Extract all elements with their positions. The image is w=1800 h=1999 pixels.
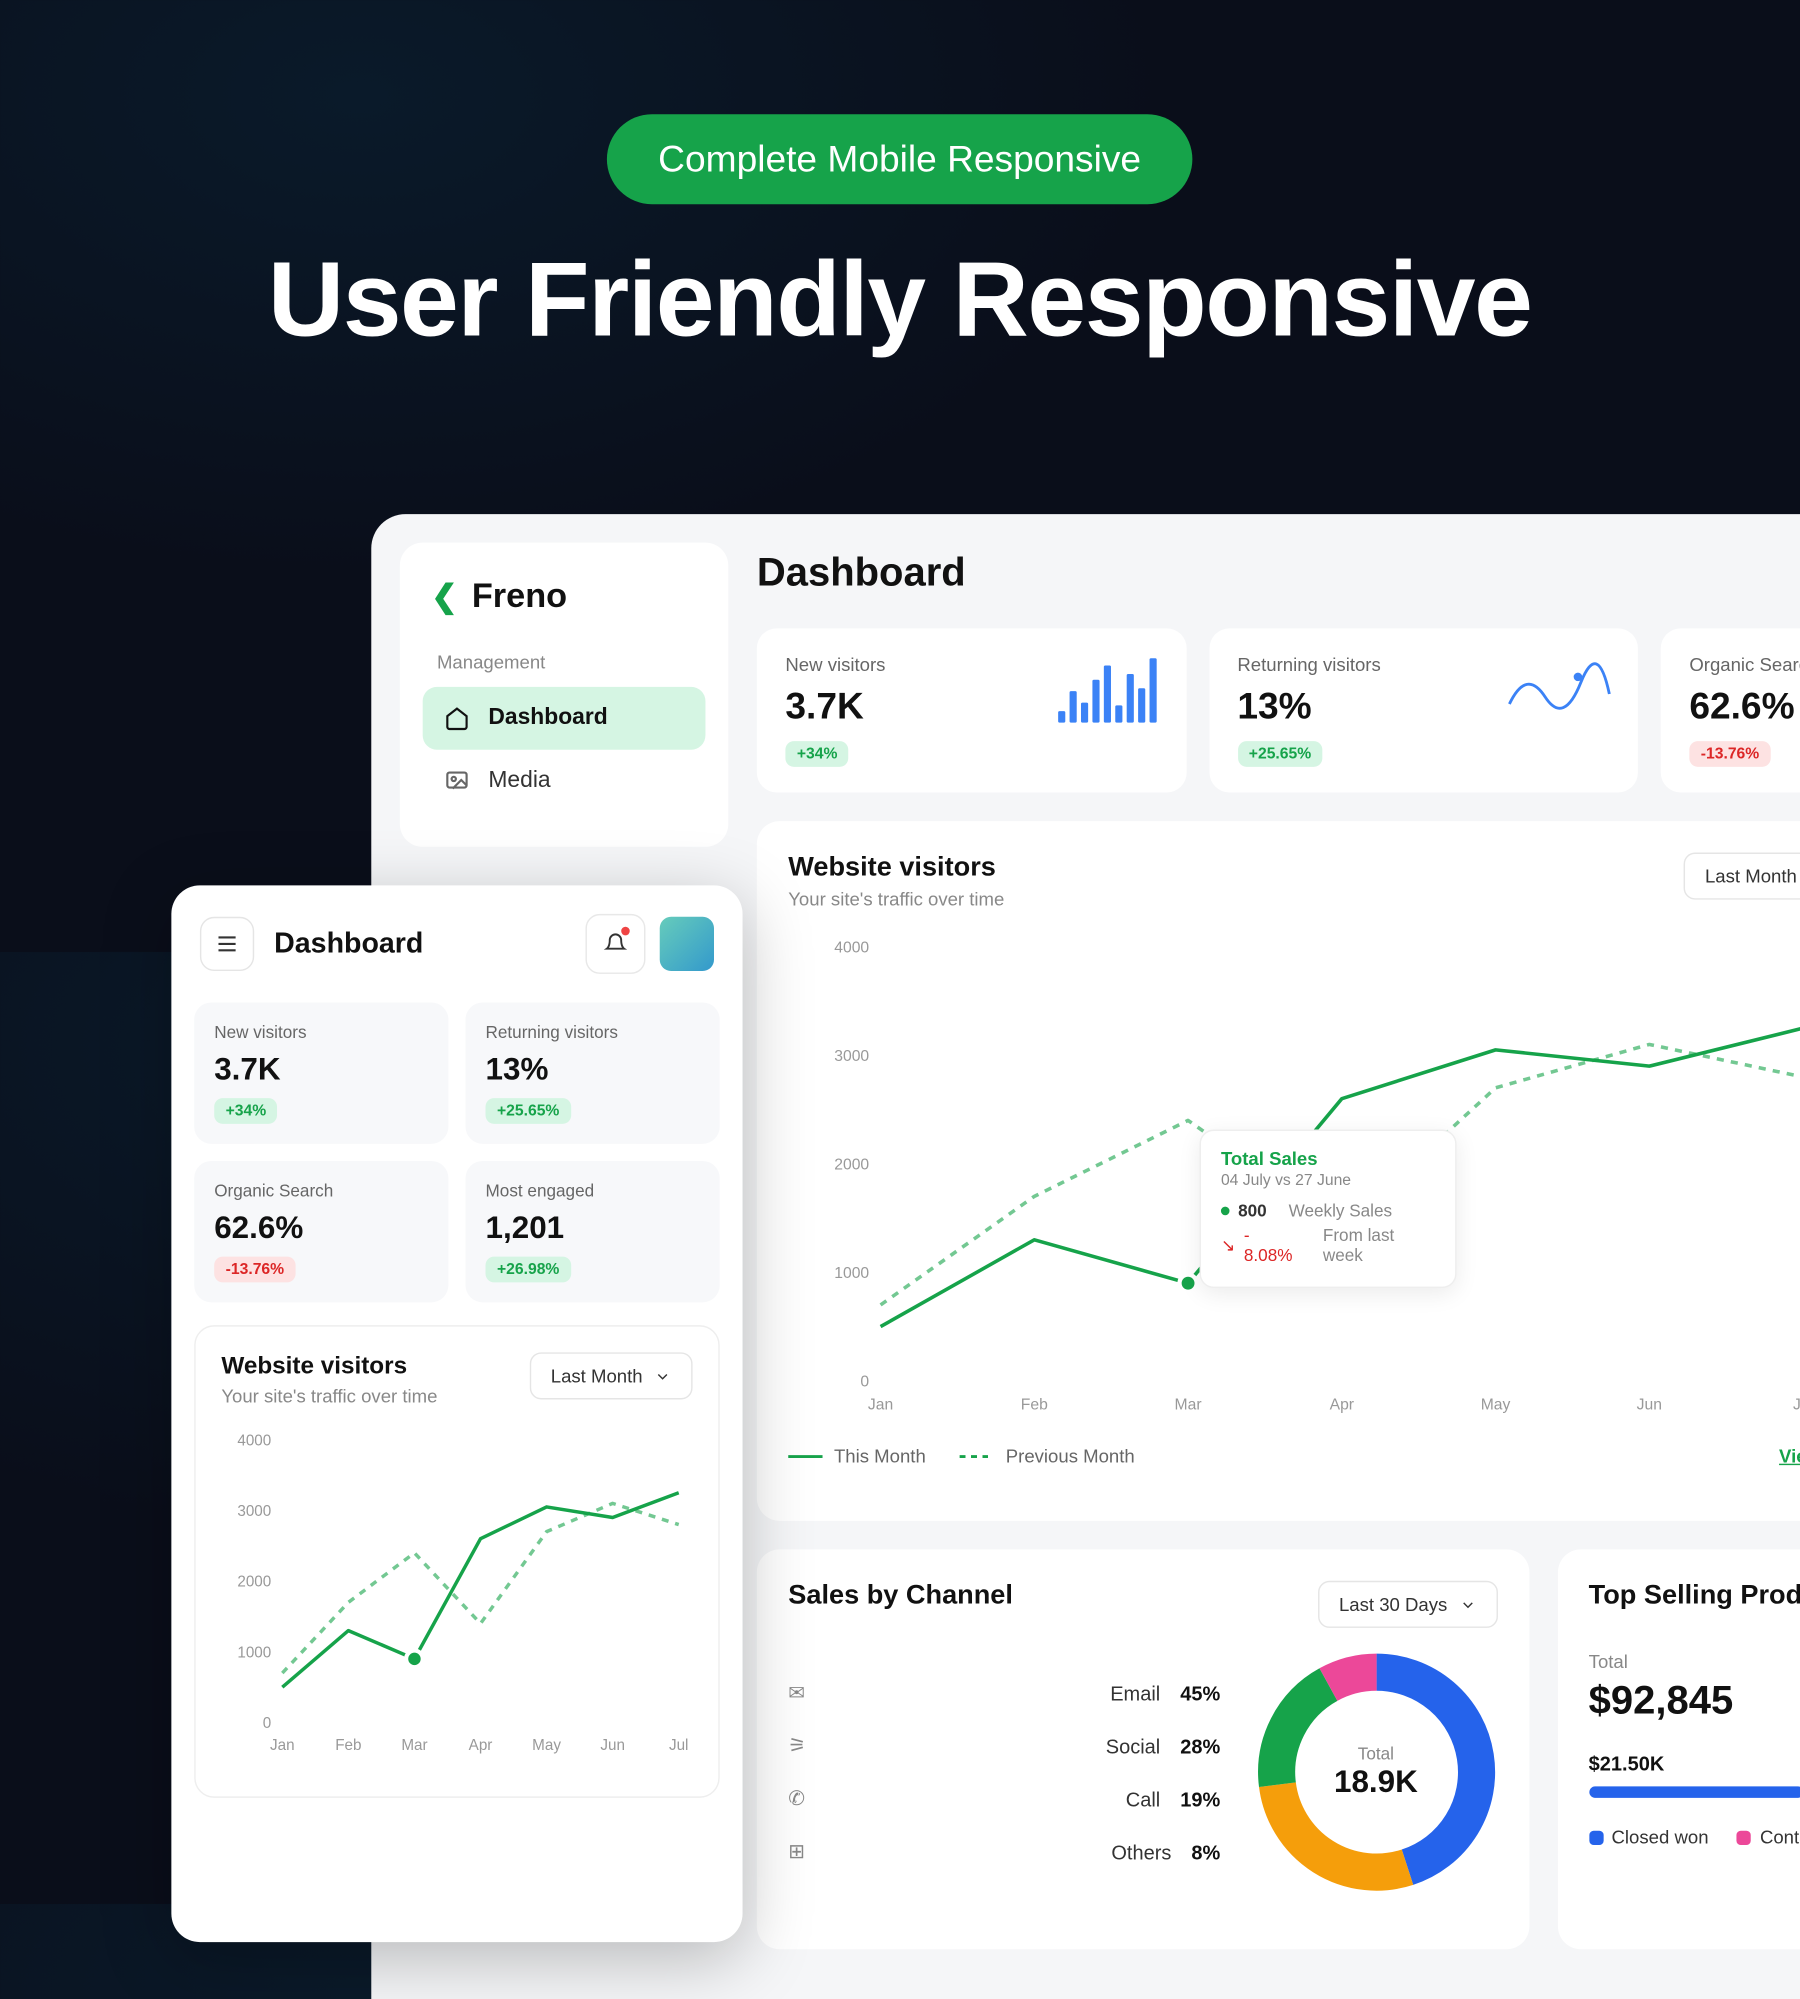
card-title: Website visitors — [788, 853, 1004, 884]
brand-name: Freno — [472, 577, 567, 617]
page-title: Dashboard — [757, 550, 966, 596]
logo-icon: ❮ — [431, 578, 457, 615]
stat-card: Organic Search 62.6% -13.76% — [1661, 628, 1800, 792]
card-subtitle: Your site's traffic over time — [788, 888, 1004, 909]
card-subtitle: Your site's traffic over time — [221, 1385, 437, 1406]
sidebar-item-media[interactable]: Media — [423, 750, 706, 813]
stat-card: Most engaged 1,201 +26.98% — [466, 1161, 720, 1302]
svg-text:Jan: Jan — [868, 1396, 893, 1413]
menu-button[interactable] — [200, 917, 254, 971]
svg-text:1000: 1000 — [237, 1644, 271, 1661]
notification-dot — [621, 927, 630, 936]
stat-card: Returning visitors 13% +25.65% — [1209, 628, 1638, 792]
notifications-button[interactable] — [585, 914, 645, 974]
legend-swatch — [788, 1454, 822, 1457]
visitors-card: Website visitors Your site's traffic ove… — [757, 821, 1800, 1521]
svg-text:Mar: Mar — [401, 1737, 427, 1754]
sidebar-section-label: Management — [423, 651, 706, 672]
svg-text:0: 0 — [860, 1374, 869, 1391]
legend-swatch — [960, 1454, 994, 1457]
list-item: ✆ Call19% — [788, 1772, 1220, 1825]
chevron-down-icon — [1459, 1596, 1476, 1613]
list-item: ⚞ Social28% — [788, 1719, 1220, 1772]
page-title: Dashboard — [274, 927, 423, 960]
channel-range-dropdown[interactable]: Last 30 Days — [1318, 1581, 1498, 1628]
hero-title: User Friendly Responsive — [0, 238, 1799, 359]
sparkline — [1509, 654, 1609, 725]
svg-text:Feb: Feb — [1021, 1396, 1048, 1413]
chart-tooltip: Total Sales 04 July vs 27 June 800 Weekl… — [1200, 1130, 1457, 1289]
sales-channel-card: Sales by Channel Last 30 Days ✉ Email45%… — [757, 1549, 1529, 1949]
home-icon — [443, 704, 472, 733]
hero-badge: Complete Mobile Responsive — [607, 114, 1193, 204]
image-icon — [443, 767, 472, 796]
svg-text:1000: 1000 — [834, 1265, 869, 1282]
card-title: Top Selling Products — [1589, 1581, 1800, 1612]
sidebar: ❮ Freno Management Dashboard Media — [400, 543, 728, 847]
sidebar-item-dashboard[interactable]: Dashboard — [423, 687, 706, 750]
visitors-range-dropdown[interactable]: Last Month — [1684, 853, 1800, 900]
svg-text:2000: 2000 — [834, 1157, 869, 1174]
visitors-chart-mobile: 0 1000 2000 3000 4000 Jan Feb Mar Apr May Jun Jul — [221, 1421, 692, 1764]
stat-card: New visitors 3.7K +34% — [194, 1002, 448, 1143]
top-products-card: Top Selling Products Last 30 Days Total … — [1557, 1549, 1800, 1949]
svg-text:2000: 2000 — [237, 1574, 271, 1591]
svg-text:3000: 3000 — [237, 1503, 271, 1520]
svg-text:Feb: Feb — [335, 1737, 361, 1754]
svg-text:Jan: Jan — [270, 1737, 295, 1754]
stat-card: Organic Search 62.6% -13.76% — [194, 1161, 448, 1302]
avatar[interactable] — [660, 917, 714, 971]
sparkline — [1057, 654, 1157, 725]
visitors-range-dropdown[interactable]: Last Month — [529, 1352, 692, 1399]
svg-text:Jul: Jul — [669, 1737, 688, 1754]
mobile-preview: Dashboard New visitors 3.7K +34% Returni… — [171, 885, 742, 1942]
sidebar-item-label: Media — [488, 768, 550, 794]
svg-text:Jul: Jul — [1793, 1396, 1800, 1413]
stat-card: Returning visitors 13% +25.65% — [466, 1002, 720, 1143]
svg-text:Mar: Mar — [1175, 1396, 1202, 1413]
svg-text:0: 0 — [263, 1715, 271, 1732]
view-all-link[interactable]: View all — [1779, 1445, 1800, 1466]
donut-chart: Total 18.9K — [1255, 1651, 1498, 1894]
chevron-down-icon — [654, 1367, 671, 1384]
total-label: Total — [1589, 1651, 1800, 1672]
logo[interactable]: ❮ Freno — [423, 577, 706, 617]
svg-text:4000: 4000 — [834, 939, 869, 956]
legend-item: Closed won — [1589, 1826, 1709, 1847]
stat-change-badge: -13.76% — [1689, 741, 1770, 767]
sidebar-item-label: Dashboard — [488, 705, 607, 731]
visitors-card-mobile: Website visitors Your site's traffic ove… — [194, 1325, 720, 1798]
legend-item: Contact sent — [1737, 1826, 1800, 1847]
bar-item: $21.50K — [1589, 1752, 1800, 1798]
list-item: ✉ Email45% — [788, 1666, 1220, 1719]
card-title: Sales by Channel — [788, 1581, 1013, 1612]
svg-text:Jun: Jun — [600, 1737, 625, 1754]
svg-text:May: May — [532, 1737, 561, 1754]
svg-text:3000: 3000 — [834, 1048, 869, 1065]
list-item: ⊞ Others8% — [788, 1825, 1220, 1878]
svg-text:Jun: Jun — [1637, 1396, 1662, 1413]
svg-text:Apr: Apr — [469, 1737, 493, 1754]
svg-text:May: May — [1481, 1396, 1511, 1413]
stat-change-badge: +25.65% — [1237, 741, 1322, 767]
stat-card: New visitors 3.7K +34% — [757, 628, 1186, 792]
svg-text:4000: 4000 — [237, 1432, 271, 1449]
card-title: Website visitors — [221, 1352, 437, 1381]
stat-change-badge: +34% — [785, 741, 848, 767]
svg-text:Apr: Apr — [1330, 1396, 1354, 1413]
total-value: $92,845 — [1589, 1678, 1800, 1724]
